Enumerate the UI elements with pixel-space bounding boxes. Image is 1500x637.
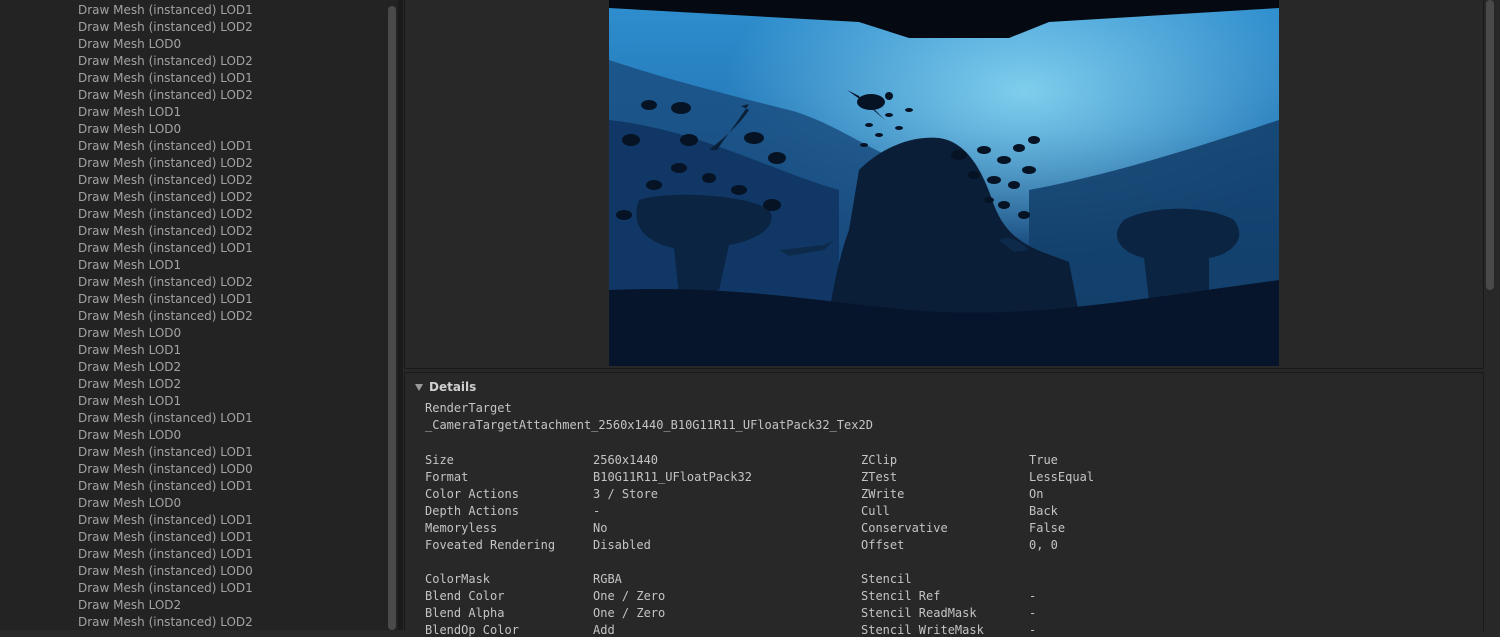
property-value: - [1029, 606, 1037, 620]
render-target-preview-image [609, 0, 1279, 366]
event-list-item[interactable]: Draw Mesh (instanced) LOD1 [0, 138, 386, 155]
details-panel: Details RenderTarget _CameraTargetAttach… [404, 372, 1484, 637]
property-value: RGBA [593, 572, 622, 586]
event-list-item[interactable]: Draw Mesh LOD0 [0, 121, 386, 138]
event-list-item[interactable]: Draw Mesh (instanced) LOD2 [0, 155, 386, 172]
event-list-scrollbar[interactable] [386, 0, 398, 630]
event-list-item[interactable]: Draw Mesh LOD0 [0, 325, 386, 342]
event-list-item[interactable]: Draw Mesh (instanced) LOD1 [0, 2, 386, 19]
property-value: B10G11R11_UFloatPack32 [593, 470, 752, 484]
property-value: - [1029, 623, 1037, 637]
property-value: 3 / Store [593, 487, 659, 501]
property-value: Back [1029, 504, 1058, 518]
window-scrollbar[interactable] [1484, 0, 1496, 630]
event-list-item[interactable]: Draw Mesh LOD1 [0, 342, 386, 359]
event-list-item[interactable]: Draw Mesh (instanced) LOD1 [0, 478, 386, 495]
property-label: Cull [861, 504, 890, 518]
property-value: LessEqual [1029, 470, 1095, 484]
details-foldout[interactable]: Details [415, 378, 476, 396]
event-tree-panel: Draw Mesh (instanced) LOD1 Draw Mesh (ins… [0, 0, 386, 630]
event-list-item[interactable]: Draw Mesh (instanced) LOD2 [0, 189, 386, 206]
event-list-item[interactable]: Draw Mesh LOD1 [0, 393, 386, 410]
event-list-item[interactable]: Draw Mesh LOD2 [0, 597, 386, 614]
property-label: Color Actions [425, 487, 519, 501]
property-value: 2560x1440 [593, 453, 659, 467]
event-list-item[interactable]: Draw Mesh (instanced) LOD1 [0, 410, 386, 427]
property-value: 0, 0 [1029, 538, 1058, 552]
property-label: Conservative [861, 521, 948, 535]
property-label: Stencil WriteMask [861, 623, 984, 637]
property-value: One / Zero [593, 606, 666, 620]
property-label: Size [425, 453, 454, 467]
property-label: ZTest [861, 470, 898, 484]
render-target-preview-panel [404, 0, 1484, 369]
property-label: Stencil Ref [861, 589, 941, 603]
event-list-item[interactable]: Draw Mesh (instanced) LOD2 [0, 223, 386, 240]
render-target-label: RenderTarget [425, 401, 512, 415]
property-label: ColorMask [425, 572, 491, 586]
property-value: True [1029, 453, 1058, 467]
property-label: Depth Actions [425, 504, 519, 518]
event-list-item[interactable]: Draw Mesh (instanced) LOD1 [0, 291, 386, 308]
event-list-item[interactable]: Draw Mesh (instanced) LOD0 [0, 563, 386, 580]
property-label: ZClip [861, 453, 898, 467]
event-list: Draw Mesh (instanced) LOD1 Draw Mesh (ins… [0, 2, 386, 630]
property-label: Memoryless [425, 521, 498, 535]
property-value: One / Zero [593, 589, 666, 603]
event-list-item[interactable]: Draw Mesh (instanced) LOD1 [0, 580, 386, 597]
property-label: Foveated Rendering [425, 538, 556, 552]
details-header-label: Details [429, 380, 477, 394]
property-label: Stencil [861, 572, 912, 586]
render-target-name: _CameraTargetAttachment_2560x1440_B10G11… [425, 418, 873, 432]
event-list-item[interactable]: Draw Mesh LOD0 [0, 495, 386, 512]
property-label: Stencil ReadMask [861, 606, 977, 620]
property-value: - [1029, 589, 1037, 603]
event-list-scroll-thumb[interactable] [388, 6, 396, 630]
event-list-item[interactable]: Draw Mesh (instanced) LOD2 [0, 87, 386, 104]
event-list-item[interactable]: Draw Mesh LOD2 [0, 376, 386, 393]
property-value: On [1029, 487, 1044, 501]
event-list-item[interactable]: Draw Mesh (instanced) LOD1 [0, 529, 386, 546]
property-label: Blend Color [425, 589, 505, 603]
event-list-item[interactable]: Draw Mesh (instanced) LOD0 [0, 461, 386, 478]
event-list-item[interactable]: Draw Mesh (instanced) LOD1 [0, 512, 386, 529]
event-list-item[interactable]: Draw Mesh LOD0 [0, 427, 386, 444]
panel-splitter[interactable] [398, 0, 403, 630]
event-list-item[interactable]: Draw Mesh (instanced) LOD2 [0, 19, 386, 36]
property-value: - [593, 504, 601, 518]
event-list-item[interactable]: Draw Mesh (instanced) LOD2 [0, 614, 386, 630]
event-list-item[interactable]: Draw Mesh LOD1 [0, 257, 386, 274]
event-list-item[interactable]: Draw Mesh (instanced) LOD2 [0, 172, 386, 189]
event-list-item[interactable]: Draw Mesh LOD0 [0, 36, 386, 53]
event-list-item[interactable]: Draw Mesh (instanced) LOD1 [0, 444, 386, 461]
event-list-item[interactable]: Draw Mesh (instanced) LOD2 [0, 53, 386, 70]
event-list-item[interactable]: Draw Mesh (instanced) LOD2 [0, 308, 386, 325]
property-value: Add [593, 623, 615, 637]
event-list-item[interactable]: Draw Mesh (instanced) LOD1 [0, 240, 386, 257]
property-label: BlendOp Color [425, 623, 519, 637]
property-label: Offset [861, 538, 905, 552]
event-list-item[interactable]: Draw Mesh (instanced) LOD1 [0, 70, 386, 87]
event-list-item[interactable]: Draw Mesh (instanced) LOD2 [0, 274, 386, 291]
property-label: Format [425, 470, 469, 484]
property-value: False [1029, 521, 1066, 535]
triangle-down-icon [415, 383, 423, 391]
window-scroll-thumb[interactable] [1486, 0, 1494, 290]
property-label: ZWrite [861, 487, 905, 501]
event-list-item[interactable]: Draw Mesh LOD1 [0, 104, 386, 121]
property-value: No [593, 521, 608, 535]
property-value: Disabled [593, 538, 651, 552]
property-label: Blend Alpha [425, 606, 505, 620]
event-list-item[interactable]: Draw Mesh (instanced) LOD2 [0, 206, 386, 223]
event-list-item[interactable]: Draw Mesh (instanced) LOD1 [0, 546, 386, 563]
event-list-item[interactable]: Draw Mesh LOD2 [0, 359, 386, 376]
